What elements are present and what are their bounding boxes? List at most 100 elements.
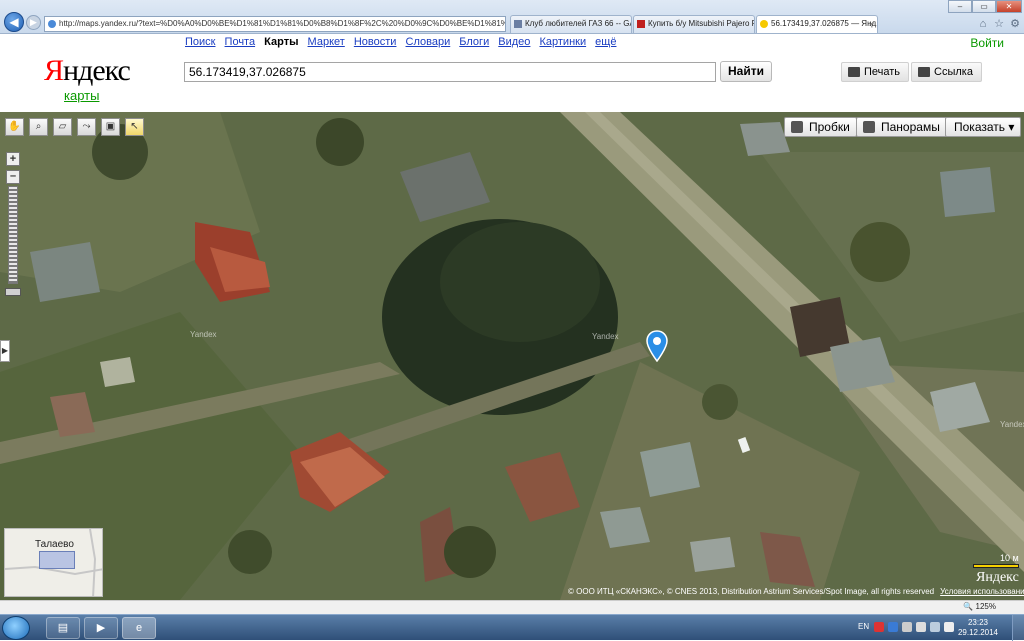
watermark: Yandex xyxy=(1000,420,1024,429)
network-icon[interactable] xyxy=(930,622,940,632)
close-window-button[interactable]: ✕ xyxy=(996,0,1022,13)
overview-minimap[interactable]: Талаево xyxy=(4,528,103,597)
clock-time: 23:23 xyxy=(967,618,988,627)
minimap-place-label: Талаево xyxy=(35,539,74,550)
auto-site-icon xyxy=(637,20,645,28)
watermark: Yandex xyxy=(592,332,619,341)
printer-icon xyxy=(848,67,860,77)
panorama-icon xyxy=(863,121,875,133)
start-button[interactable] xyxy=(2,616,30,640)
close-tab-icon[interactable]: × xyxy=(869,16,874,32)
layers-icon[interactable]: ▣ xyxy=(101,118,120,136)
ruler-icon[interactable]: ▱ xyxy=(53,118,72,136)
route-icon[interactable]: ⤳ xyxy=(77,118,96,136)
browser-chrome: ◀ ▶ http://maps.yandex.ru/?text=%D0%A0%D… xyxy=(0,0,1024,34)
panoramas-label: Панорамы xyxy=(881,120,940,134)
yandex-favicon-icon xyxy=(48,20,56,28)
favorites-star-icon[interactable]: ☆ xyxy=(992,17,1006,31)
satellite-imagery xyxy=(0,112,1024,600)
traffic-button[interactable]: Пробки xyxy=(784,117,857,137)
service-link-maps: Карты xyxy=(264,36,299,48)
search-button[interactable]: Найти xyxy=(720,61,772,82)
service-link-more[interactable]: ещё xyxy=(595,36,616,48)
scale-bar xyxy=(973,564,1019,568)
map-copyright: © ООО ИТЦ «СКАНЭКС», © CNES 2013, Distri… xyxy=(568,587,1024,596)
language-indicator[interactable]: EN xyxy=(858,622,869,631)
back-button[interactable]: ◀ xyxy=(4,12,24,32)
terms-link[interactable]: Условия использования xyxy=(940,587,1024,596)
service-link-search[interactable]: Поиск xyxy=(185,36,215,48)
yandex-icon xyxy=(760,20,768,28)
zoom-out-button[interactable]: – xyxy=(6,170,20,184)
address-text: http://maps.yandex.ru/?text=%D0%A0%D0%BE… xyxy=(59,19,505,28)
maximize-button[interactable]: ▭ xyxy=(972,0,996,13)
tab-title: 56.173419,37.026875 — Янд... xyxy=(771,19,878,28)
zoom-slider[interactable] xyxy=(8,186,18,284)
address-bar[interactable]: http://maps.yandex.ru/?text=%D0%A0%D0%BE… xyxy=(44,16,506,32)
tray-app-icon[interactable] xyxy=(874,622,884,632)
internet-explorer-taskbar-icon[interactable]: e xyxy=(122,617,156,639)
map-yandex-logo: Яндекс xyxy=(976,570,1019,585)
tab-title: Клуб любителей ГАЗ 66 -- GA... xyxy=(525,19,632,28)
help-icon[interactable] xyxy=(888,622,898,632)
explorer-taskbar-icon[interactable]: ▤ xyxy=(46,617,80,639)
service-link-blogs[interactable]: Блоги xyxy=(459,36,489,48)
tab-gaz66[interactable]: Клуб любителей ГАЗ 66 -- GA... xyxy=(510,15,632,33)
media-player-taskbar-icon[interactable]: ▶ xyxy=(84,617,118,639)
watermark: Yandex xyxy=(190,330,217,339)
home-icon[interactable]: ⌂ xyxy=(976,17,990,31)
login-link[interactable]: Войти xyxy=(970,36,1004,50)
tab-title: Купить б/у Mitsubishi Pajero P... xyxy=(648,19,755,28)
system-clock[interactable]: 23:23 29.12.2014 xyxy=(958,618,998,638)
logo-rest: ндекс xyxy=(63,54,131,87)
location-pin-icon[interactable] xyxy=(646,330,668,362)
maps-service-link[interactable]: карты xyxy=(64,88,99,103)
clock-date: 29.12.2014 xyxy=(957,628,998,637)
browser-status-bar: 🔍 125% xyxy=(0,600,1024,614)
volume-icon[interactable] xyxy=(944,622,954,632)
service-link-market[interactable]: Маркет xyxy=(308,36,345,48)
show-desktop-button[interactable] xyxy=(1012,615,1024,641)
traffic-label: Пробки xyxy=(809,120,850,134)
sidebar-toggle-button[interactable]: ▶ xyxy=(0,340,10,362)
link-button[interactable]: Ссылка xyxy=(911,62,982,82)
windows-taskbar: ▤ ▶ e EN 23:23 29.12.2014 xyxy=(0,614,1024,641)
zoom-in-button[interactable]: + xyxy=(6,152,20,166)
traffic-light-icon xyxy=(791,121,803,133)
cursor-icon[interactable]: ↖ xyxy=(125,118,144,136)
tray-expand-icon[interactable] xyxy=(902,622,912,632)
yandex-logo[interactable]: Яндекс xyxy=(44,54,131,88)
zoom-icon[interactable]: ⌕ xyxy=(29,118,48,136)
print-label: Печать xyxy=(864,66,901,78)
forum-icon xyxy=(514,20,522,28)
service-link-dictionaries[interactable]: Словари xyxy=(406,36,451,48)
forward-button[interactable]: ▶ xyxy=(26,15,41,30)
show-label: Показать ▾ xyxy=(954,120,1015,134)
link-label: Ссылка xyxy=(934,66,973,78)
zoom-level-indicator[interactable]: 🔍 125% xyxy=(963,602,996,611)
zoom-slider-handle[interactable] xyxy=(5,288,21,296)
hand-icon[interactable]: ✋ xyxy=(5,118,24,136)
settings-gear-icon[interactable]: ⚙ xyxy=(1008,17,1022,31)
zoom-level-value: 125% xyxy=(975,602,996,611)
print-button[interactable]: Печать xyxy=(841,62,910,82)
copyright-text: © ООО ИТЦ «СКАНЭКС», © CNES 2013, Distri… xyxy=(568,587,935,596)
minimize-button[interactable]: – xyxy=(948,0,972,13)
map-canvas[interactable]: Yandex Yandex Yandex ✋ ⌕ ▱ ⤳ ▣ ↖ + – ▶ П… xyxy=(0,112,1024,600)
tab-yandex-maps[interactable]: 56.173419,37.026875 — Янд... × xyxy=(756,15,878,33)
yandex-header: Яндекс карты Поиск Почта Карты Маркет Но… xyxy=(0,34,1024,112)
service-link-news[interactable]: Новости xyxy=(354,36,397,48)
link-icon xyxy=(918,67,930,77)
service-link-video[interactable]: Видео xyxy=(498,36,530,48)
logo-first-letter: Я xyxy=(44,54,64,87)
scale-label: 10 м xyxy=(1000,553,1019,563)
tab-pajero[interactable]: Купить б/у Mitsubishi Pajero P... xyxy=(633,15,755,33)
show-dropdown-button[interactable]: Показать ▾ xyxy=(945,117,1022,137)
panoramas-button[interactable]: Панорамы xyxy=(856,117,947,137)
action-center-flag-icon[interactable] xyxy=(916,622,926,632)
minimap-viewport[interactable] xyxy=(39,551,75,569)
service-link-mail[interactable]: Почта xyxy=(225,36,256,48)
service-link-images[interactable]: Картинки xyxy=(539,36,586,48)
search-input[interactable]: 56.173419,37.026875 xyxy=(184,62,716,82)
services-nav: Поиск Почта Карты Маркет Новости Словари… xyxy=(185,36,622,48)
